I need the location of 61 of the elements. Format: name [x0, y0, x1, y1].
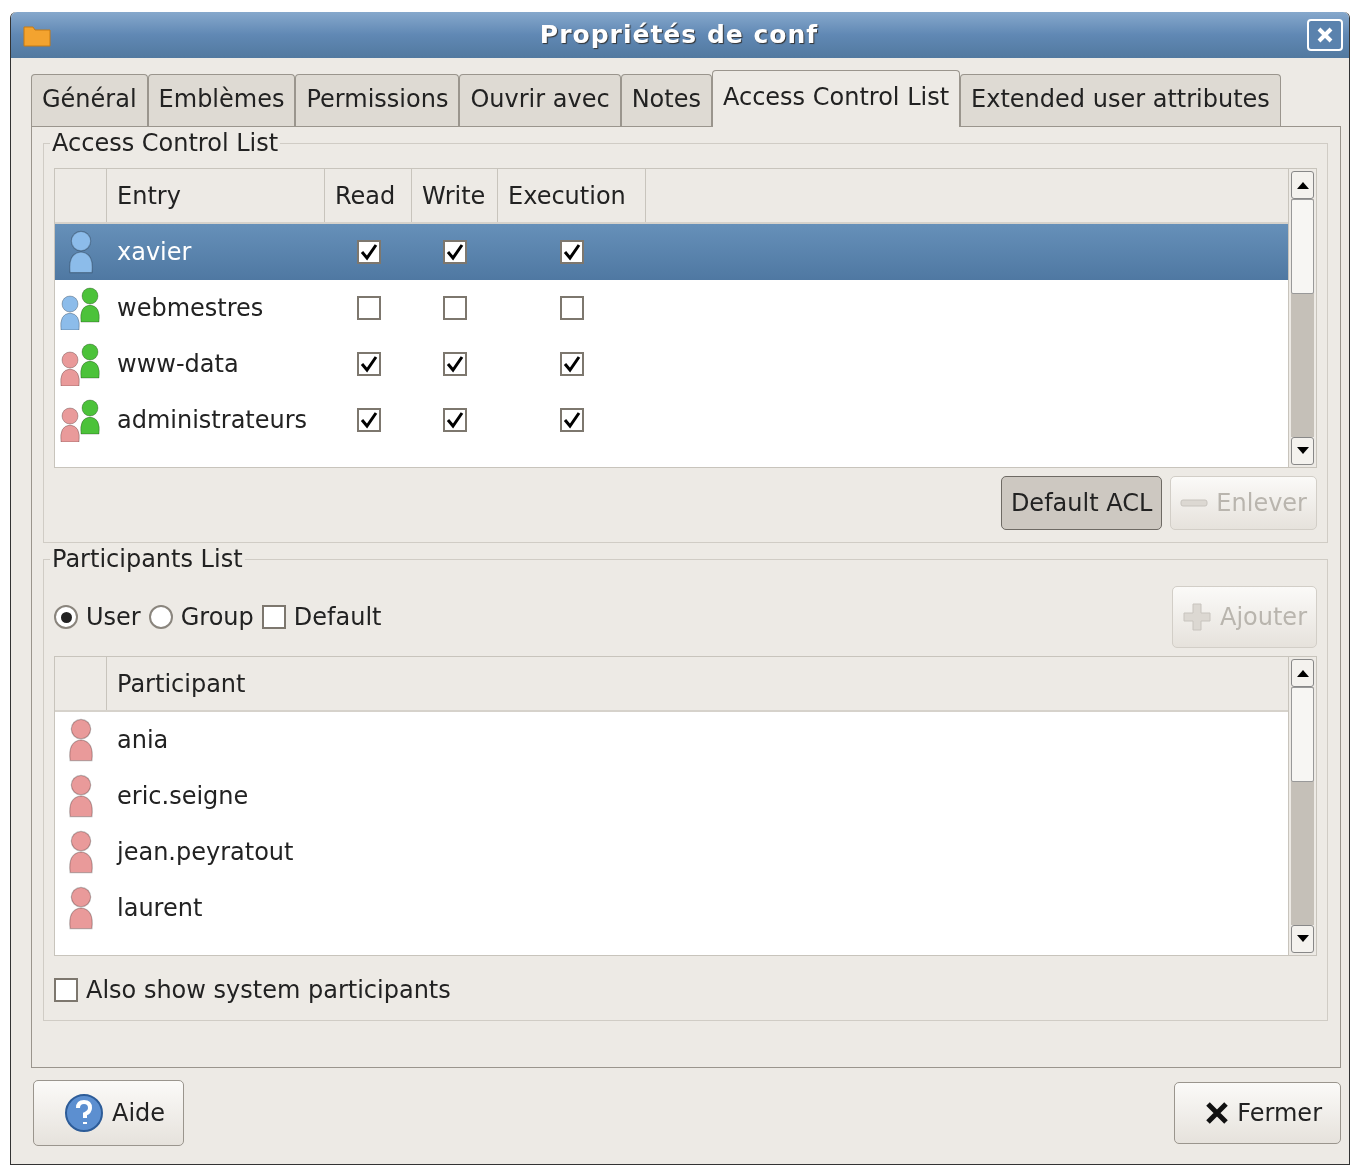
tab[interactable]: Notes [620, 74, 712, 126]
permission-checkbox[interactable] [560, 296, 584, 320]
column-header[interactable]: Write [412, 169, 498, 222]
permission-checkbox[interactable] [443, 240, 467, 264]
permission-checkbox[interactable] [560, 240, 584, 264]
permission-checkbox[interactable] [356, 352, 381, 376]
checkbox[interactable] [54, 978, 78, 1002]
permission-checkbox[interactable] [443, 408, 467, 432]
column-header[interactable]: Entry [107, 169, 325, 222]
permission-checkbox[interactable] [356, 408, 381, 432]
option-label[interactable]: User [86, 599, 141, 635]
acl-row[interactable]: xavier [55, 224, 1288, 280]
minus-icon [1180, 498, 1209, 508]
permission-checkbox[interactable] [356, 296, 381, 320]
entry-name: xavier [116, 237, 193, 268]
close-icon [1316, 26, 1334, 44]
tab[interactable]: Général [31, 74, 148, 126]
up-arrow-icon [1295, 180, 1310, 190]
participant-name[interactable]: laurent [107, 890, 203, 926]
column-header[interactable]: Read [325, 169, 412, 222]
permission-checkbox[interactable] [443, 296, 467, 320]
help-button[interactable]: Aide [33, 1080, 185, 1146]
group-title: Participants List [50, 547, 245, 571]
tab[interactable]: Ouvrir avec [459, 74, 621, 126]
acl-row[interactable]: webmestres [55, 280, 1288, 336]
permission-checkbox[interactable] [560, 352, 584, 376]
permission-checkbox[interactable] [443, 352, 467, 376]
window-title: Propriétés de conf [538, 19, 820, 52]
acl-row[interactable]: administrateurs [55, 392, 1288, 448]
column-header[interactable]: Execution [498, 169, 646, 222]
option-label[interactable]: Default [293, 599, 382, 635]
tab[interactable]: Emblèmes [147, 74, 296, 126]
participant-name[interactable]: jean.peyratout [107, 834, 294, 870]
scrollbar[interactable] [1288, 657, 1316, 955]
close-button[interactable] [1307, 19, 1343, 51]
up-arrow-icon [1295, 668, 1310, 678]
help-icon [64, 1093, 104, 1133]
down-arrow-icon [1295, 934, 1310, 944]
plus-icon [1181, 602, 1212, 632]
tab[interactable]: Permissions [295, 74, 460, 126]
checkbox[interactable] [261, 605, 286, 629]
down-arrow-icon [1295, 446, 1310, 456]
permission-checkbox[interactable] [560, 408, 584, 432]
participant-name[interactable]: eric.seigne [107, 778, 249, 814]
tab[interactable]: Access Control List [711, 70, 961, 127]
folder-icon [23, 23, 51, 47]
radio-button[interactable] [148, 605, 173, 629]
entry-name: administrateurs [116, 405, 309, 436]
tab[interactable]: Extended user attributes [960, 74, 1281, 126]
option-label[interactable]: Also show system participants [86, 972, 451, 1008]
close-button[interactable]: Fermer [1174, 1082, 1341, 1144]
default-acl-button[interactable]: Default ACL [1000, 476, 1163, 530]
participant-name[interactable]: ania [107, 722, 169, 758]
radio-button[interactable] [54, 605, 78, 629]
entry-name: webmestres [116, 293, 265, 324]
option-label[interactable]: Group [180, 599, 254, 635]
entry-name: www-data [116, 349, 240, 380]
permission-checkbox[interactable] [356, 240, 381, 264]
acl-row[interactable]: www-data [55, 336, 1288, 392]
close-icon [1205, 1101, 1230, 1125]
scrollbar[interactable] [1288, 169, 1316, 467]
